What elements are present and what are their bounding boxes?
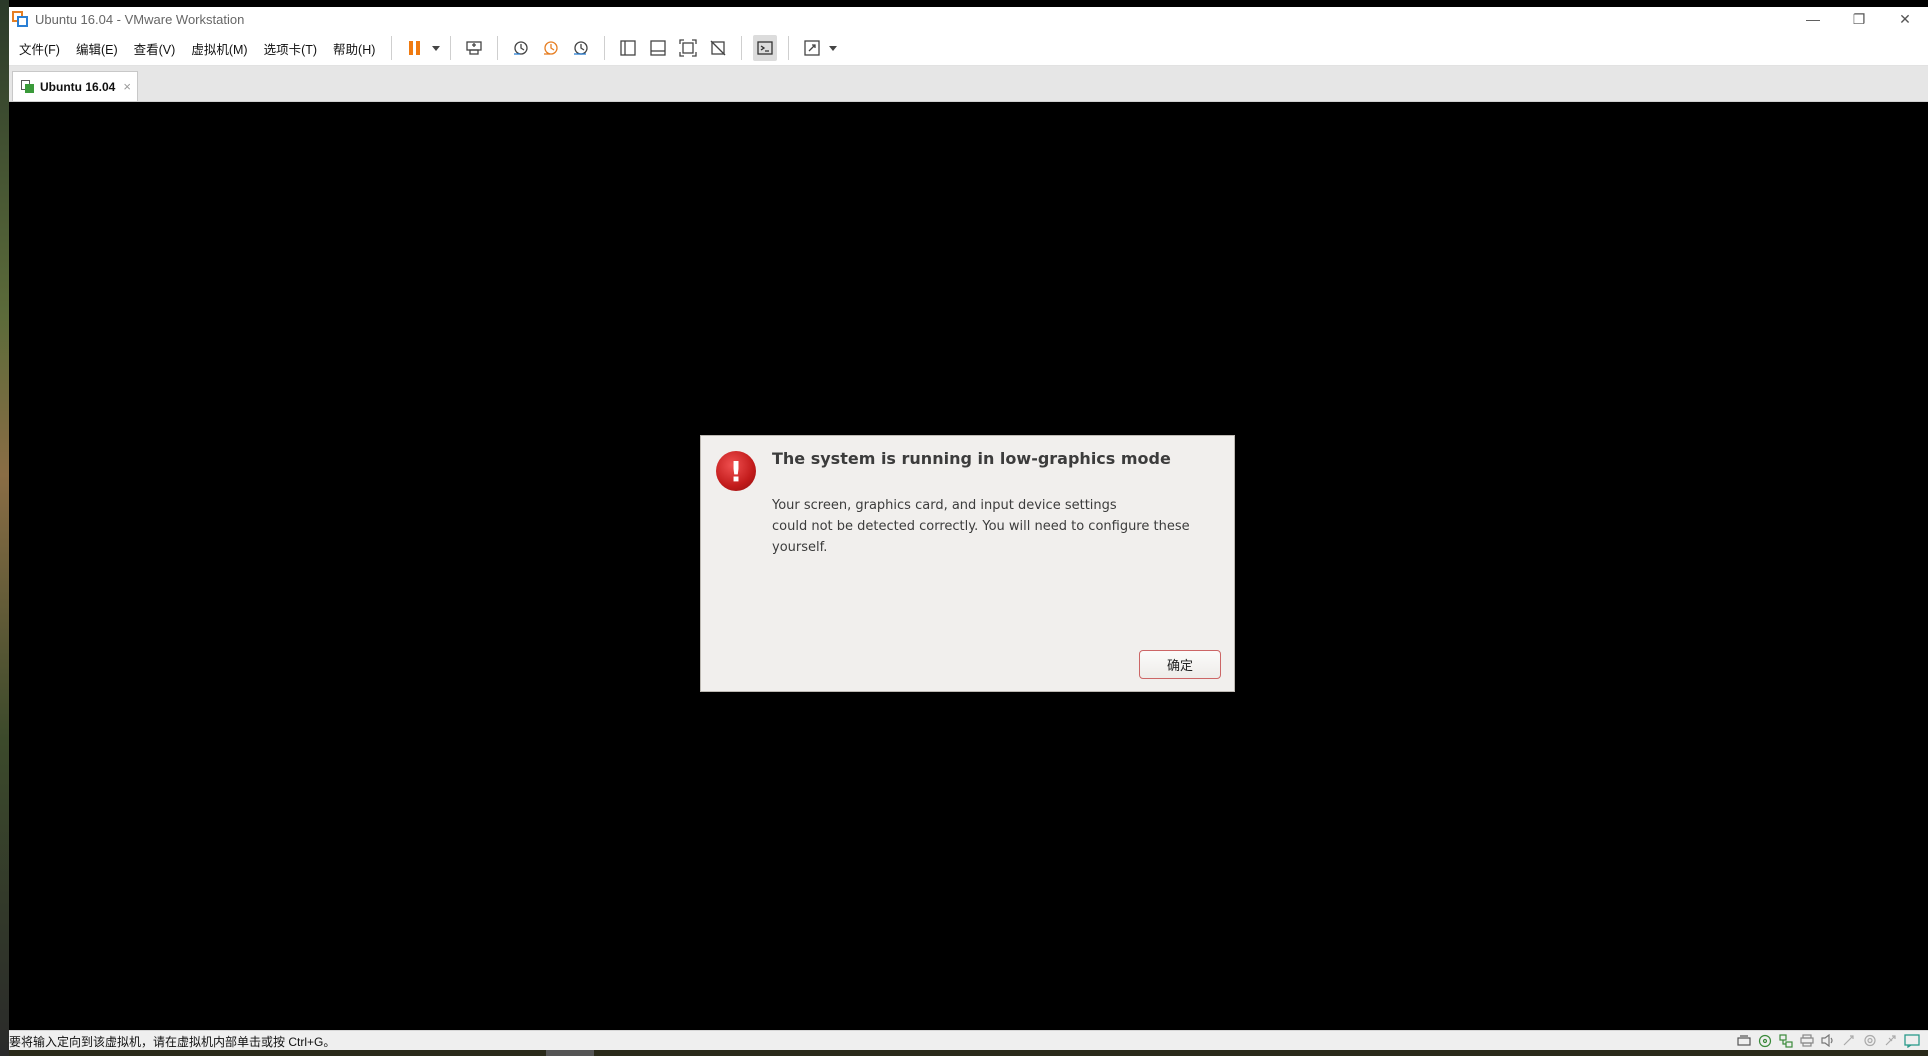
menu-toolbar: 文件(F) 编辑(E) 查看(V) 虚拟机(M) 选项卡(T) 帮助(H) <box>9 31 1928 66</box>
vmware-logo-icon <box>12 11 28 27</box>
tab-ubuntu[interactable]: Ubuntu 16.04 × <box>12 71 138 101</box>
cd-dvd-icon[interactable] <box>1757 1033 1773 1048</box>
printer-icon[interactable] <box>1799 1033 1815 1048</box>
stretch-dropdown-chevron-down-icon[interactable] <box>827 35 839 61</box>
library-icon[interactable] <box>616 35 640 61</box>
toolbar-separator <box>741 36 743 60</box>
window-title: Ubuntu 16.04 - VMware Workstation <box>35 11 245 27</box>
tab-close-icon[interactable]: × <box>123 79 131 94</box>
tab-bar: Ubuntu 16.04 × <box>9 66 1928 102</box>
dialog-title: The system is running in low-graphics mo… <box>772 449 1171 468</box>
desktop-background-edge <box>0 0 9 1056</box>
message-icon[interactable] <box>1904 1033 1920 1048</box>
toolbar-separator <box>450 36 452 60</box>
console-view-icon[interactable] <box>753 35 778 61</box>
device-icons <box>1731 1033 1920 1048</box>
dialog-message-line2: could not be detected correctly. You wil… <box>772 519 1190 555</box>
revert-snapshot-icon[interactable] <box>539 35 563 61</box>
menu-help[interactable]: 帮助(H) <box>325 34 383 62</box>
close-button[interactable]: ✕ <box>1882 7 1928 31</box>
stretch-icon[interactable] <box>800 35 824 61</box>
menu-file[interactable]: 文件(F) <box>11 34 68 62</box>
error-icon: ! <box>716 451 756 491</box>
title-bar[interactable]: Ubuntu 16.04 - VMware Workstation — ❐ ✕ <box>9 7 1928 31</box>
sound-icon[interactable] <box>1820 1033 1836 1048</box>
power-dropdown-chevron-down-icon[interactable] <box>430 35 442 61</box>
network-icon[interactable] <box>1778 1033 1794 1048</box>
vm-tab-icon <box>21 80 34 93</box>
toolbar-separator <box>391 36 393 60</box>
toolbar-separator <box>788 36 790 60</box>
ok-button[interactable]: 确定 <box>1139 650 1221 679</box>
fit-guest-icon[interactable] <box>676 35 700 61</box>
dialog-message-line1: Your screen, graphics card, and input de… <box>772 498 1117 513</box>
minimize-button[interactable]: — <box>1790 7 1836 31</box>
status-message: 要将输入定向到该虚拟机，请在虚拟机内部单击或按 Ctrl+G。 <box>9 1034 336 1049</box>
usb2-icon[interactable] <box>1883 1033 1899 1048</box>
status-bar: 要将输入定向到该虚拟机，请在虚拟机内部单击或按 Ctrl+G。 <box>9 1030 1928 1051</box>
menu-view[interactable]: 查看(V) <box>126 34 184 62</box>
screen-top-strip <box>9 0 1928 7</box>
snapshot-icon[interactable] <box>509 35 533 61</box>
restore-button[interactable]: ❐ <box>1836 7 1882 31</box>
low-graphics-dialog: ! The system is running in low-graphics … <box>700 435 1235 692</box>
window-controls: — ❐ ✕ <box>1790 7 1928 31</box>
fullscreen-off-icon[interactable] <box>706 35 730 61</box>
taskbar-strip <box>9 1050 1928 1056</box>
snapshot-manager-icon[interactable] <box>569 35 593 61</box>
menu-vm[interactable]: 虚拟机(M) <box>183 34 255 62</box>
menu-tabs[interactable]: 选项卡(T) <box>256 34 325 62</box>
thumbnail-bar-icon[interactable] <box>646 35 670 61</box>
vmware-window: Ubuntu 16.04 - VMware Workstation — ❐ ✕ … <box>9 0 1928 1056</box>
toolbar-separator <box>604 36 606 60</box>
camera-icon[interactable] <box>1862 1033 1878 1048</box>
toolbar-separator <box>497 36 499 60</box>
usb-icon[interactable] <box>1841 1033 1857 1048</box>
dialog-message: Your screen, graphics card, and input de… <box>772 495 1227 558</box>
tab-label: Ubuntu 16.04 <box>40 79 116 94</box>
hard-disk-icon[interactable] <box>1736 1033 1752 1048</box>
pause-icon[interactable] <box>403 35 427 61</box>
menu-edit[interactable]: 编辑(E) <box>68 34 126 62</box>
send-keys-icon[interactable] <box>462 35 486 61</box>
vm-console-screen[interactable]: ! The system is running in low-graphics … <box>9 102 1928 1030</box>
